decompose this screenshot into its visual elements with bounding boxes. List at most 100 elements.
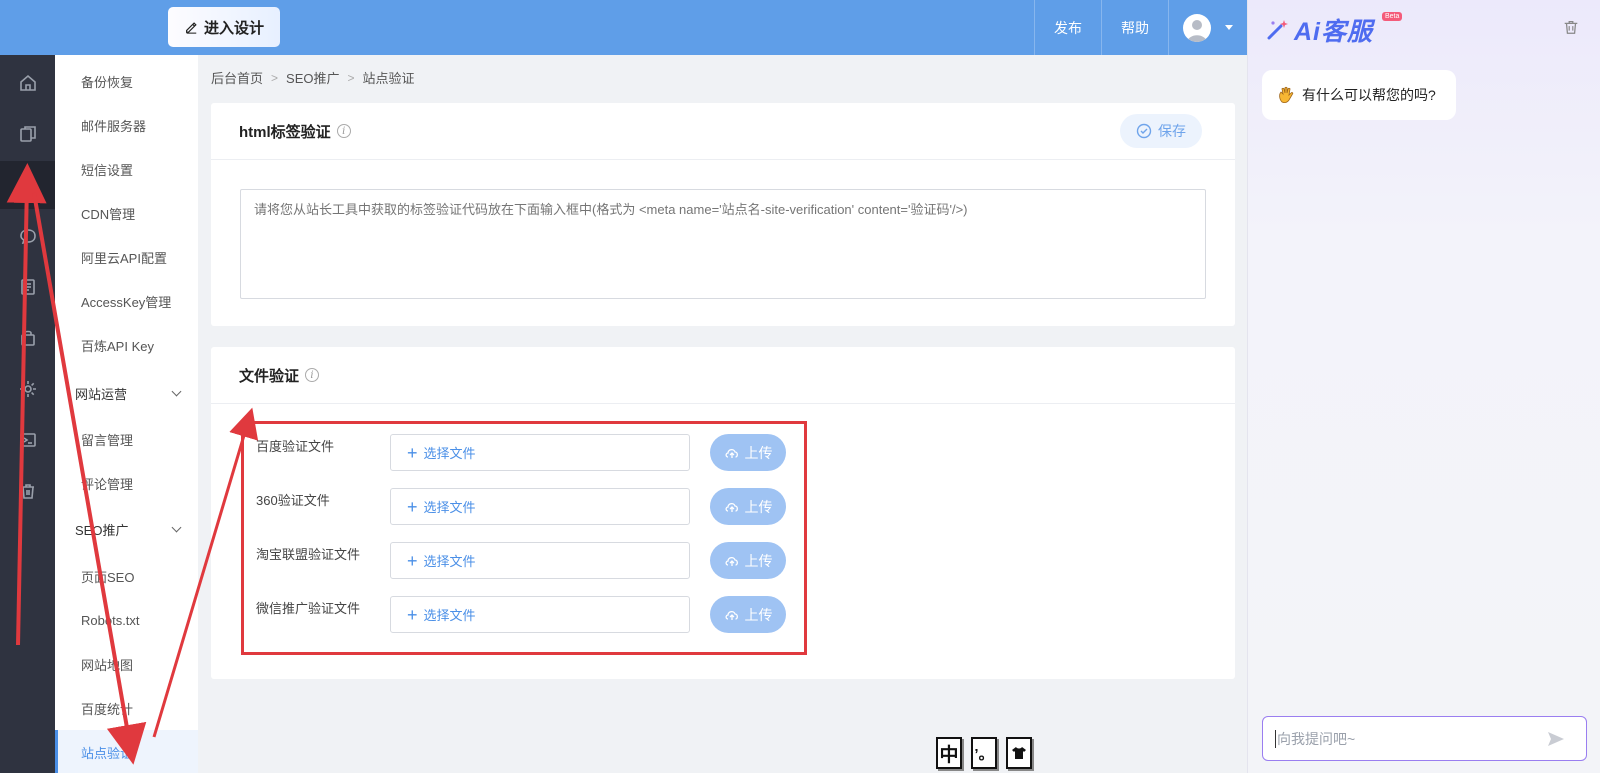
menu-item-messages[interactable]: 留言管理	[55, 417, 198, 461]
choose-file-label: 选择文件	[423, 554, 476, 569]
ime-lang-toggle[interactable]: 中	[936, 737, 962, 769]
menu-item-page-seo[interactable]: 页面SEO	[55, 554, 198, 598]
upload-label: 上传	[744, 552, 773, 569]
breadcrumb: 后台首页 > SEO推广 > 站点验证	[211, 68, 415, 87]
menu-item-sms[interactable]: 短信设置	[55, 147, 198, 191]
check-circle-icon	[1136, 123, 1152, 139]
menu-item-bailian-key[interactable]: 百炼API Key	[55, 323, 198, 367]
info-icon[interactable]: i	[336, 124, 351, 138]
choose-file-label: 选择文件	[423, 500, 476, 515]
ai-question-input[interactable]: 向我提问吧~	[1262, 716, 1587, 761]
cloud-upload-icon	[724, 556, 738, 566]
ime-skin-button[interactable]	[1006, 737, 1032, 769]
menu-item-comments[interactable]: 评论管理	[55, 461, 198, 505]
html-verify-card: html标签验证 i 保存	[211, 103, 1235, 326]
chevron-right-icon: >	[347, 70, 355, 85]
breadcrumb-home[interactable]: 后台首页	[211, 68, 263, 87]
enter-design-label: 进入设计	[203, 19, 264, 37]
menu-item-mail[interactable]: 邮件服务器	[55, 103, 198, 147]
upload-button[interactable]: 上传	[710, 434, 786, 471]
menu-group-seo[interactable]: SEO推广	[55, 507, 198, 551]
menu-group-ops[interactable]: 网站运营	[55, 371, 198, 415]
file-verify-highlight: 百度验证文件 + 选择文件 上传 360验证文件 + 选择文件 上传 淘宝联盟验…	[241, 421, 807, 655]
avatar	[1183, 13, 1211, 42]
choose-file-button[interactable]: + 选择文件	[390, 542, 690, 579]
rail-system[interactable]	[0, 161, 55, 209]
rail-trash[interactable]	[0, 467, 55, 515]
shirt-icon	[1012, 747, 1026, 759]
upload-button[interactable]: 上传	[710, 596, 786, 633]
send-icon	[1548, 732, 1564, 746]
choose-file-button[interactable]: + 选择文件	[390, 596, 690, 633]
info-icon[interactable]: i	[305, 368, 320, 382]
save-button[interactable]: 保存	[1120, 114, 1202, 148]
html-verify-title: html标签验证	[239, 123, 331, 141]
enter-design-button[interactable]: 进入设计	[168, 7, 280, 47]
wave-hand-icon	[1279, 86, 1294, 103]
chevron-right-icon: >	[271, 70, 279, 85]
menu-item-cdn[interactable]: CDN管理	[55, 191, 198, 235]
chevron-down-icon	[1225, 25, 1233, 30]
upload-label: 上传	[744, 606, 773, 623]
terminal-icon	[19, 433, 36, 447]
cloud-upload-icon	[724, 610, 738, 620]
rail-chat[interactable]	[0, 212, 55, 260]
clear-chat-button[interactable]	[1562, 18, 1580, 39]
nav-help[interactable]: 帮助	[1101, 0, 1168, 55]
chevron-down-icon	[171, 386, 182, 397]
ai-input-placeholder: 向我提问吧~	[1277, 730, 1356, 747]
breadcrumb-current: 站点验证	[362, 71, 415, 86]
chevron-down-icon	[171, 522, 182, 533]
upload-button[interactable]: 上传	[710, 488, 786, 525]
nav-publish[interactable]: 发布	[1034, 0, 1101, 55]
rail-home[interactable]	[0, 59, 55, 107]
cloud-upload-icon	[724, 448, 738, 458]
file-row-baidu: 百度验证文件 + 选择文件 上传	[244, 434, 804, 488]
choose-file-button[interactable]: + 选择文件	[390, 434, 690, 471]
menu-item-sitemap[interactable]: 网站地图	[55, 642, 198, 686]
file-row-label: 360验证文件	[256, 493, 330, 508]
beta-badge: Beta	[1382, 12, 1403, 21]
breadcrumb-seo[interactable]: SEO推广	[286, 68, 339, 87]
menu-item-baidu-stats[interactable]: 百度统计	[55, 686, 198, 730]
user-menu[interactable]	[1168, 0, 1247, 55]
ai-greeting-bubble: 有什么可以帮您的吗?	[1262, 70, 1456, 120]
cloud-upload-icon	[724, 502, 738, 512]
upload-button[interactable]: 上传	[710, 542, 786, 579]
chat-icon	[19, 229, 36, 245]
magic-wand-icon	[1267, 20, 1288, 40]
ai-greeting-text: 有什么可以帮您的吗?	[1302, 87, 1436, 103]
menu-group-ops-label: 网站运营	[75, 386, 128, 402]
menu-item-backup[interactable]: 备份恢复	[55, 59, 198, 103]
user-icon	[1187, 19, 1207, 42]
rail-pages[interactable]	[0, 110, 55, 158]
trash-icon	[1564, 20, 1578, 34]
file-row-wechat: 微信推广验证文件 + 选择文件 上传	[244, 596, 804, 650]
menu-item-robots[interactable]: Robots.txt	[55, 598, 198, 642]
menu-item-accesskey[interactable]: AccessKey管理	[55, 279, 198, 323]
trash-icon	[21, 484, 34, 499]
top-header: 进入设计 发布 帮助	[0, 0, 1247, 55]
send-button[interactable]	[1546, 729, 1566, 752]
ime-punct-toggle[interactable]: ’。	[971, 737, 997, 769]
ai-brand: Ai客服	[1294, 18, 1374, 46]
rail-settings[interactable]	[0, 365, 55, 413]
meta-tag-input[interactable]	[240, 189, 1206, 299]
file-row-taobao: 淘宝联盟验证文件 + 选择文件 上传	[244, 542, 804, 596]
rail-bag[interactable]	[0, 314, 55, 362]
choose-file-button[interactable]: + 选择文件	[390, 488, 690, 525]
text-cursor	[1275, 729, 1276, 748]
plus-icon: +	[407, 442, 418, 463]
gear-icon	[19, 381, 36, 397]
menu-item-aliyun-api[interactable]: 阿里云API配置	[55, 235, 198, 279]
submenu: 备份恢复 邮件服务器 短信设置 CDN管理 阿里云API配置 AccessKey…	[55, 55, 198, 773]
file-row-label: 百度验证文件	[256, 439, 335, 454]
upload-label: 上传	[744, 498, 773, 515]
bag-icon	[20, 330, 35, 346]
rail-list[interactable]	[0, 263, 55, 311]
rail-terminal[interactable]	[0, 416, 55, 464]
html-verify-header: html标签验证 i	[211, 103, 1235, 160]
file-row-label: 微信推广验证文件	[256, 601, 361, 616]
icon-rail	[0, 55, 55, 773]
menu-item-site-verify[interactable]: 站点验证	[55, 730, 198, 773]
